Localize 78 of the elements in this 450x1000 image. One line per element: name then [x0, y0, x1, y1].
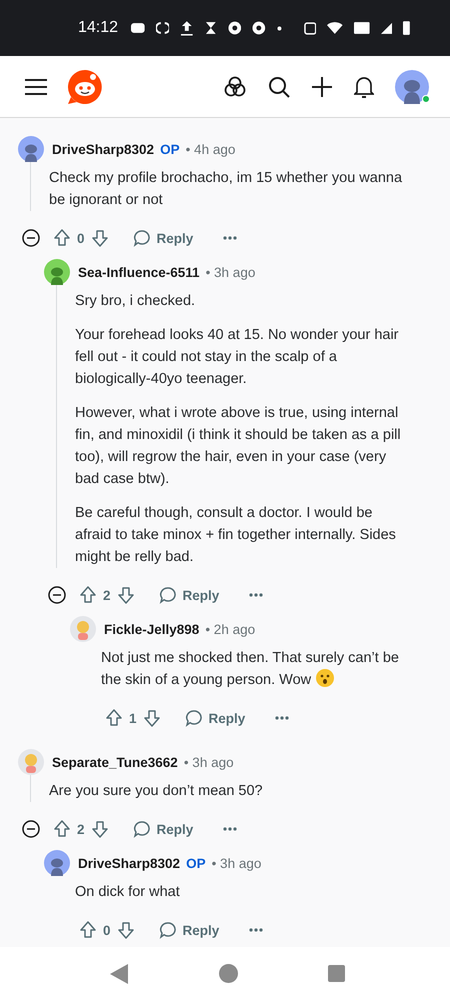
downvote-icon[interactable]: [142, 709, 161, 727]
browser-icon: [228, 21, 242, 35]
back-icon[interactable]: [110, 964, 128, 984]
user-avatar-icon[interactable]: [44, 259, 70, 285]
vote-count: 0: [103, 922, 111, 938]
comment-time: • 2h ago: [205, 622, 256, 636]
comment-text: However, what i wrote above is true, using internal fin, and minoxidil (i think it should be taken as a pill too), will regrow the hair, even in your case (very bad case btw).: [75, 404, 402, 489]
more-options-icon[interactable]: [223, 236, 238, 240]
downvote-icon[interactable]: [116, 921, 135, 939]
downvote-icon[interactable]: [116, 586, 135, 604]
collapse-icon[interactable]: [48, 586, 66, 604]
battery-icon: [403, 21, 410, 35]
upvote-icon[interactable]: [53, 820, 71, 838]
vote-count: 1: [129, 710, 137, 726]
username[interactable]: Fickle-Jelly898: [104, 622, 200, 636]
signal-icon: [380, 22, 392, 34]
comment-text: Be careful though, consult a doctor. I would be afraid to take minox + fin together internally. Sides might be relly bad.: [75, 504, 397, 567]
more-options-icon[interactable]: [275, 716, 290, 720]
reply-button[interactable]: Reply: [158, 586, 220, 604]
vote-count: 2: [103, 588, 111, 602]
comment-time: • 3h ago: [212, 856, 262, 870]
reply-button[interactable]: Reply: [132, 820, 194, 838]
reply-button[interactable]: Reply: [184, 709, 246, 727]
hourglass-icon: [204, 21, 217, 35]
speech-bubble-icon: [132, 229, 151, 247]
upvote-icon[interactable]: [79, 921, 97, 939]
speech-bubble-icon: [158, 921, 177, 939]
user-avatar-icon[interactable]: [18, 136, 44, 162]
op-tag: OP: [186, 856, 206, 870]
comment-text: On dick for what: [75, 883, 181, 902]
comment-text: Your forehead looks 40 at 15. No wonder your hair fell out - it could not stay in the scalp of a biologically-40yo teenager.: [75, 326, 400, 389]
comment-time: • 3h ago: [184, 754, 234, 770]
username[interactable]: DriveSharp8302: [52, 142, 154, 156]
sync-icon: [156, 21, 170, 35]
downvote-icon[interactable]: [90, 820, 109, 838]
comment-text: Sry bro, i checked.: [75, 292, 196, 311]
collapse-icon[interactable]: [22, 820, 40, 838]
vote-count: 2: [77, 822, 85, 836]
username[interactable]: DriveSharp8302: [78, 856, 180, 870]
upvote-icon[interactable]: [79, 586, 97, 604]
upvote-icon[interactable]: [53, 229, 71, 247]
reply-button[interactable]: Reply: [158, 921, 220, 939]
more-options-icon[interactable]: [223, 827, 238, 831]
nfc-icon: [304, 22, 316, 34]
upload-icon: [180, 20, 194, 36]
comment-time: • 4h ago: [186, 142, 236, 156]
comment-time: • 3h ago: [206, 264, 256, 280]
menu-icon[interactable]: [25, 78, 47, 94]
bell-icon[interactable]: [354, 76, 374, 98]
user-avatar-icon[interactable]: [44, 850, 70, 876]
comment-text: Check my profile brochacho, im 15 whether you wanna be ignorant or not: [49, 169, 404, 210]
communities-icon[interactable]: [224, 76, 246, 98]
card-icon: [131, 22, 145, 34]
status-time: 14:12: [78, 19, 118, 37]
comment-text: Are you sure you don’t mean 50?: [49, 782, 264, 801]
username[interactable]: Sea-Influence-6511: [78, 264, 200, 280]
speech-bubble-icon: [158, 586, 177, 604]
upvote-icon[interactable]: [105, 709, 123, 727]
volte-icon: [354, 22, 370, 34]
speech-bubble-icon: [184, 709, 203, 727]
speech-bubble-icon: [132, 820, 151, 838]
profile-avatar-icon[interactable]: [394, 68, 430, 104]
plus-icon[interactable]: [312, 76, 332, 96]
vote-count: 0: [77, 230, 85, 246]
more-options-icon[interactable]: [249, 593, 264, 597]
home-icon[interactable]: [218, 964, 238, 983]
alien-logo-icon[interactable]: [67, 68, 103, 104]
username[interactable]: Separate_Tune3662: [52, 754, 178, 770]
more-options-icon[interactable]: [249, 928, 264, 932]
search-icon[interactable]: [268, 76, 290, 98]
wifi-icon: [327, 22, 343, 34]
downvote-icon[interactable]: [90, 229, 109, 247]
dot-icon: [276, 26, 282, 30]
op-tag: OP: [160, 142, 180, 156]
comment-text: Not just me shocked then. That surely can’t be the skin of a young person. Wow: [101, 649, 400, 690]
browser-icon: [252, 21, 266, 35]
reply-button[interactable]: Reply: [132, 229, 194, 247]
collapse-icon[interactable]: [22, 229, 40, 247]
